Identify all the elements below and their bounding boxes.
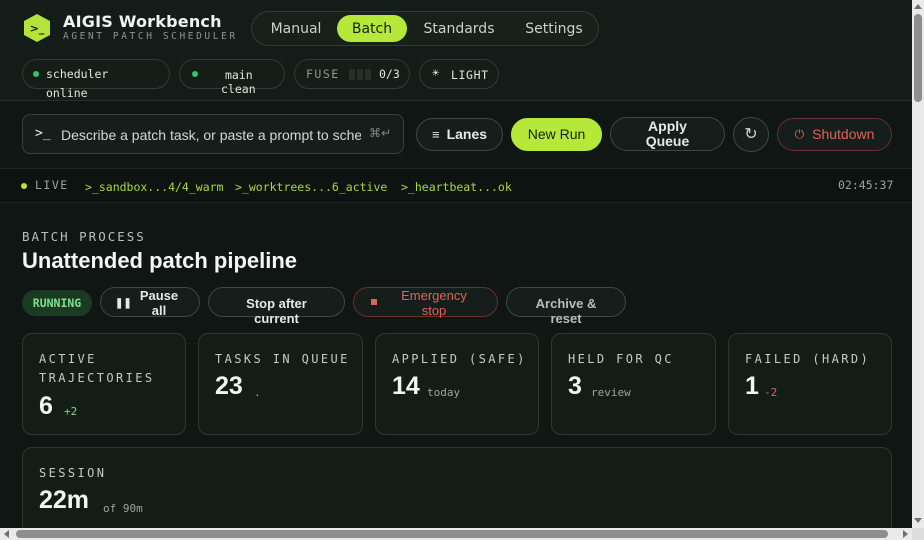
horizontal-scroll-thumb[interactable] — [16, 530, 888, 538]
horizontal-scrollbar[interactable] — [0, 528, 912, 540]
metric-value: 3 — [568, 372, 582, 400]
metric-label: HELD FOR QC — [568, 352, 674, 366]
live-label: LIVE — [35, 178, 69, 192]
prompt-icon: >_ — [35, 126, 51, 141]
task-input[interactable] — [61, 124, 361, 146]
metric-card-active-trajectories: ACTIVE TRAJECTORIES 6 +2 — [22, 333, 186, 435]
metric-note: review — [591, 386, 631, 399]
metric-label: TASKS IN QUEUE — [215, 352, 350, 366]
lanes-label: Lanes — [446, 126, 488, 142]
scroll-right-icon[interactable] — [903, 530, 908, 538]
tab-settings[interactable]: Settings — [514, 15, 594, 42]
scroll-down-icon[interactable] — [914, 518, 922, 523]
tab-manual[interactable]: Manual — [258, 15, 334, 42]
scrollbar-corner — [912, 528, 924, 540]
logo-icon: >_ — [24, 14, 50, 42]
metric-delta: +2 — [64, 405, 78, 418]
app-title: AIGIS Workbench — [63, 12, 222, 31]
metric-note: today — [427, 386, 461, 399]
page-title: Unattended patch pipeline — [22, 248, 298, 273]
fuse-status-pill: FUSE 0/3 — [294, 59, 410, 89]
fuse-value: 0/3 — [379, 67, 400, 81]
metric-label: FAILED (HARD) — [745, 352, 871, 366]
shutdown-label: Shutdown — [812, 126, 875, 142]
theme-toggle-button[interactable]: ☀ LIGHT — [419, 59, 499, 89]
app-header: >_ AIGIS Workbench AGENT PATCH SCHEDULER… — [0, 0, 912, 101]
sun-icon: ☀ — [432, 66, 440, 80]
status-dot-icon — [192, 71, 198, 77]
activity-entry: >_worktrees...6_active — [235, 180, 388, 194]
scheduler-label: scheduler — [46, 67, 109, 81]
activity-entry: >_heartbeat...ok — [401, 180, 512, 194]
emergency-stop-label: Emergency stop — [401, 288, 467, 318]
lanes-button[interactable]: ≡ Lanes — [416, 118, 503, 151]
vertical-scroll-thumb[interactable] — [914, 14, 922, 102]
scroll-up-icon[interactable] — [914, 4, 922, 9]
scroll-left-icon[interactable] — [4, 530, 9, 538]
fuse-segment-icon — [357, 69, 363, 80]
stop-icon — [371, 299, 377, 305]
fuse-segment-icon — [349, 69, 355, 80]
new-run-button[interactable]: New Run — [511, 118, 602, 151]
shutdown-button[interactable]: ⏻ Shutdown — [777, 118, 892, 151]
emergency-stop-button[interactable]: Emergency stop — [353, 287, 498, 318]
section-label: BATCH PROCESS — [22, 229, 146, 244]
refresh-icon[interactable]: ↻ — [733, 117, 769, 152]
archive-reset-button[interactable]: Archive & reset — [506, 287, 626, 326]
branch-status-pill: main clean — [179, 59, 285, 96]
scheduler-status-pill: scheduler online — [22, 59, 170, 100]
activity-entry: >_sandbox...4/4_warm — [85, 180, 224, 194]
live-dot-icon — [21, 183, 27, 189]
pause-all-button[interactable]: ❚❚ Pause all — [100, 287, 200, 318]
vertical-scrollbar[interactable] — [912, 0, 924, 528]
tab-batch[interactable]: Batch — [337, 15, 407, 42]
stop-after-current-button[interactable]: Stop after current — [208, 287, 345, 326]
branch-state: clean — [221, 82, 256, 96]
mode-tabs: Manual Batch Standards Settings — [251, 11, 599, 46]
task-input-box: >_ ⌘↵ — [22, 114, 404, 154]
metric-note: . — [254, 386, 261, 399]
branch-label: main — [225, 68, 253, 82]
pause-icon: ❚❚ — [115, 298, 132, 309]
metric-value: 23 — [215, 372, 243, 400]
metric-label: APPLIED (SAFE) — [392, 352, 527, 366]
apply-queue-button[interactable]: Apply Queue — [610, 117, 725, 151]
session-value: 22m — [39, 486, 90, 514]
power-icon: ⏻ — [794, 127, 805, 141]
pause-all-label: Pause all — [139, 288, 179, 318]
tab-standards[interactable]: Standards — [412, 15, 506, 42]
session-limit: of 90m — [103, 502, 143, 515]
metric-card-tasks-in-queue: TASKS IN QUEUE 23 . — [198, 333, 363, 435]
metric-value: 1 — [745, 372, 759, 400]
metric-delta: -2 — [764, 386, 778, 399]
activity-ticker: LIVE >_sandbox...4/4_warm >_worktrees...… — [0, 168, 912, 203]
app-subtitle: AGENT PATCH SCHEDULER — [63, 31, 238, 42]
clock: 02:45:37 — [838, 178, 894, 192]
metric-label: ACTIVE TRAJECTORIES — [39, 352, 155, 385]
metric-value: 14 — [392, 372, 420, 400]
fuse-label: FUSE — [306, 67, 340, 81]
session-card: SESSION 22m of 90m — [22, 447, 892, 537]
status-badge: RUNNING — [22, 290, 92, 316]
submit-shortcut-icon: ⌘↵ — [368, 126, 391, 140]
metric-card-applied-safe: APPLIED (SAFE) 14 today — [375, 333, 539, 435]
metric-card-held-for-qc: HELD FOR QC 3 review — [551, 333, 716, 435]
list-icon: ≡ — [431, 127, 440, 142]
theme-label: LIGHT — [451, 68, 489, 82]
scheduler-state: online — [46, 86, 88, 100]
metric-card-failed-hard: FAILED (HARD) 1 -2 — [728, 333, 892, 435]
session-label: SESSION — [39, 466, 107, 480]
status-dot-icon — [33, 71, 39, 77]
metric-value: 6 — [39, 392, 53, 420]
fuse-segment-icon — [365, 69, 371, 80]
